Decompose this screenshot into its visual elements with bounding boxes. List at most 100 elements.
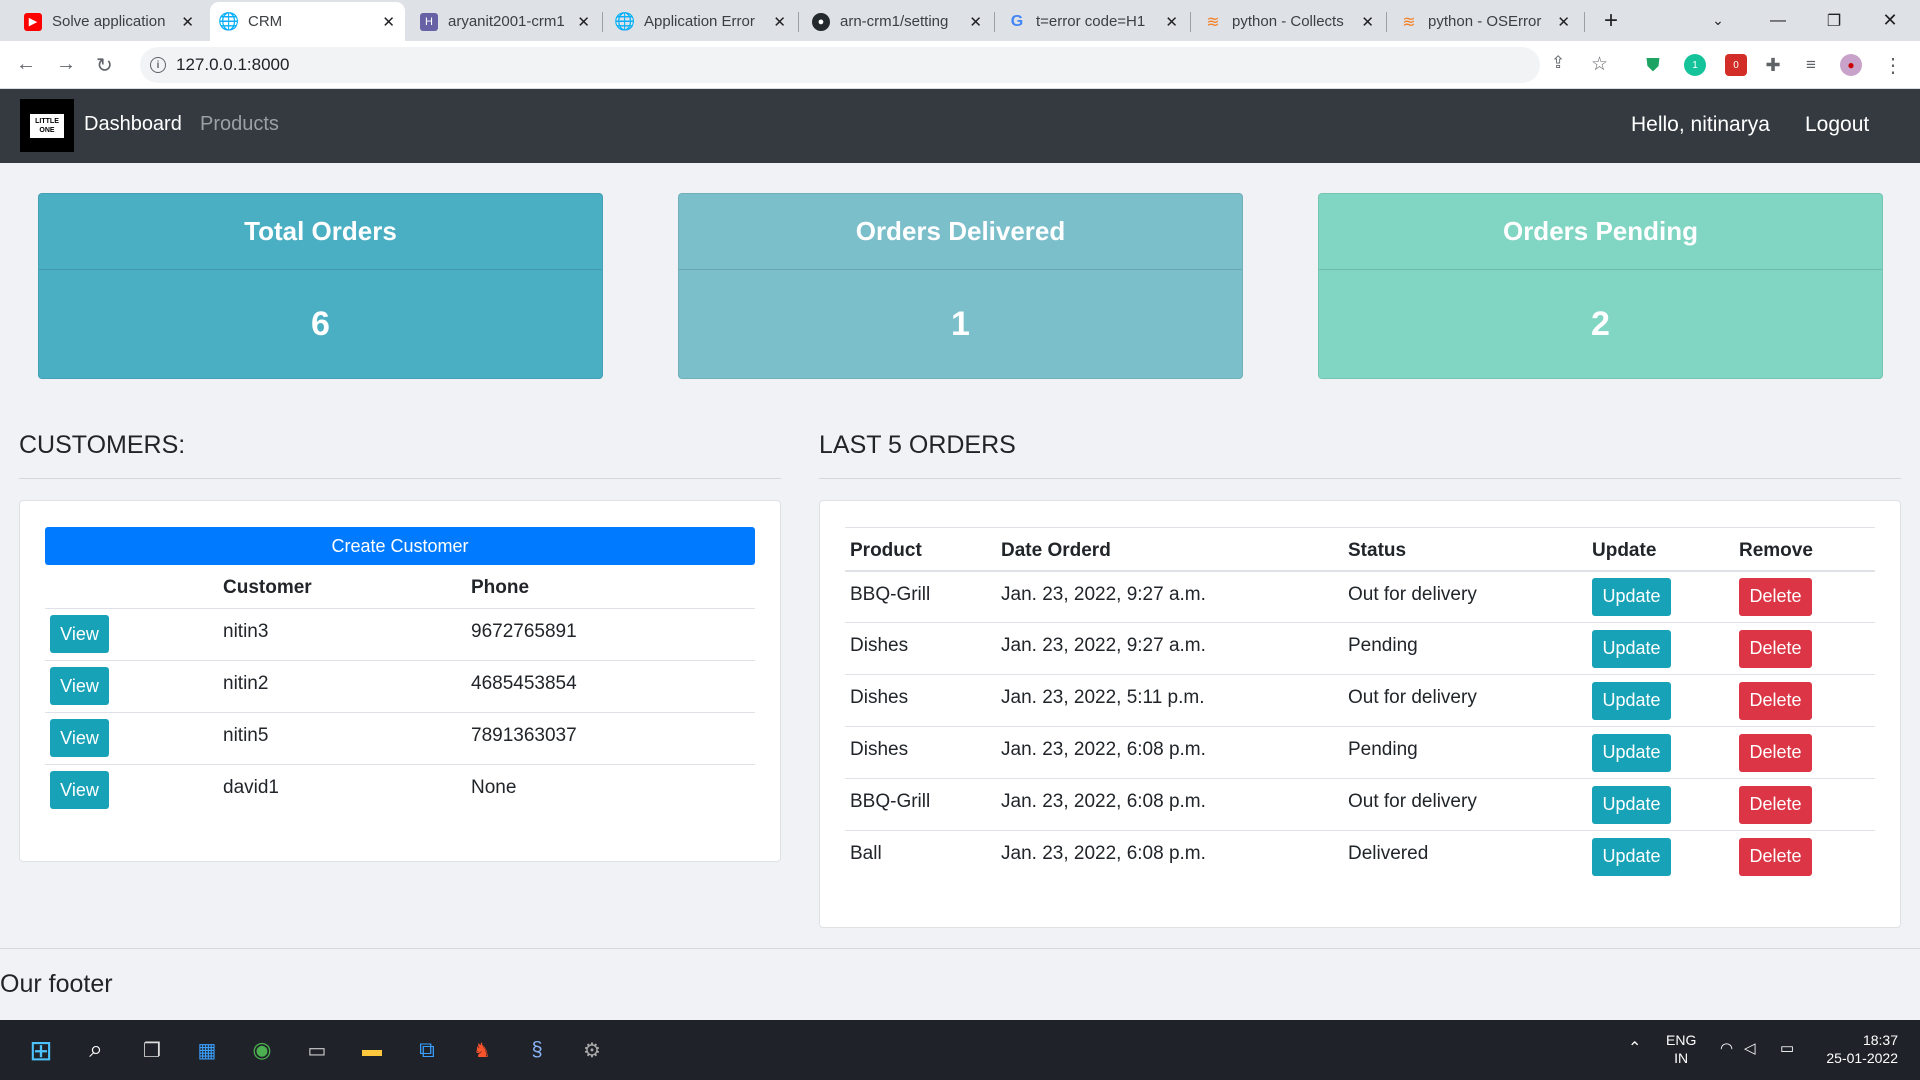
- table-row: View nitin3 9672765891: [45, 608, 755, 660]
- tab-separator: [1190, 12, 1191, 32]
- column-header: Date Orderd: [1001, 539, 1111, 561]
- order-date: Jan. 23, 2022, 9:27 a.m.: [1001, 635, 1206, 656]
- globe-icon: 🌐: [218, 11, 240, 31]
- table-row: Dishes Jan. 23, 2022, 6:08 p.m. Pending …: [845, 727, 1875, 779]
- github-icon: ●: [812, 12, 830, 31]
- order-product: BBQ-Grill: [850, 583, 931, 605]
- tab-solve-application[interactable]: ▶ Solve application ✕: [14, 2, 204, 41]
- back-arrow-icon[interactable]: ←: [16, 53, 36, 76]
- table-row: Dishes Jan. 23, 2022, 5:11 p.m. Out for …: [845, 675, 1875, 727]
- delete-order-button[interactable]: Delete: [1739, 785, 1812, 824]
- site-info-icon[interactable]: i: [150, 57, 166, 73]
- grammarly-icon[interactable]: 1: [1684, 54, 1706, 76]
- reload-icon[interactable]: ↻: [96, 53, 113, 78]
- tab-application-error[interactable]: 🌐 Application Error ✕: [606, 2, 796, 41]
- widgets-icon[interactable]: ▦: [191, 1034, 223, 1066]
- close-tab-icon[interactable]: ✕: [1557, 13, 1570, 31]
- volume-icon[interactable]: ◁: [1744, 1040, 1756, 1058]
- clock[interactable]: 18:37 25-01-2022: [1818, 1031, 1898, 1067]
- profile-avatar-icon[interactable]: ●: [1840, 54, 1862, 76]
- column-header: [45, 568, 218, 608]
- close-tab-icon[interactable]: ✕: [1165, 13, 1178, 31]
- task-view-icon[interactable]: ❐: [136, 1034, 168, 1066]
- delete-order-button[interactable]: Delete: [1739, 681, 1812, 720]
- delete-order-button[interactable]: Delete: [1739, 577, 1812, 616]
- customer-phone: 4685453854: [471, 672, 577, 694]
- minimize-icon[interactable]: —: [1750, 0, 1806, 41]
- tab-google-search[interactable]: G t=error code=H1 ✕: [998, 2, 1188, 41]
- column-header: Phone: [471, 576, 530, 598]
- update-order-button[interactable]: Update: [1592, 629, 1671, 668]
- new-tab-icon[interactable]: +: [1584, 0, 1638, 41]
- close-tab-icon[interactable]: ✕: [181, 13, 194, 31]
- browser-menu-icon[interactable]: ⋮: [1882, 54, 1904, 77]
- address-bar[interactable]: i 127.0.0.1:8000: [140, 47, 1540, 83]
- tab-stackoverflow-1[interactable]: ≋ python - Collects ✕: [1194, 2, 1384, 41]
- sublime-icon[interactable]: §: [521, 1034, 553, 1066]
- tab-heroku[interactable]: H aryanit2001-crm1 ✕: [410, 2, 600, 41]
- update-order-button[interactable]: Update: [1592, 577, 1671, 616]
- column-header: Product: [850, 539, 922, 561]
- view-customer-button[interactable]: View: [50, 615, 109, 653]
- wifi-icon[interactable]: ◠: [1720, 1040, 1733, 1058]
- lang-code: ENG: [1666, 1032, 1697, 1048]
- update-order-button[interactable]: Update: [1592, 733, 1671, 772]
- chrome-icon[interactable]: ◉: [246, 1034, 278, 1066]
- customer-phone: 7891363037: [471, 724, 577, 746]
- brave-icon[interactable]: ♞: [466, 1034, 498, 1066]
- delete-order-button[interactable]: Delete: [1739, 629, 1812, 668]
- tab-stackoverflow-2[interactable]: ≋ python - OSError ✕: [1390, 2, 1580, 41]
- battery-icon[interactable]: ▭: [1780, 1040, 1794, 1058]
- view-customer-button[interactable]: View: [50, 719, 109, 757]
- reading-list-icon[interactable]: ≡: [1800, 54, 1822, 76]
- heroku-icon: H: [420, 12, 438, 31]
- order-status: Out for delivery: [1348, 687, 1477, 708]
- table-row: View nitin5 7891363037: [45, 712, 755, 764]
- bookmark-star-icon[interactable]: ☆: [1591, 53, 1608, 76]
- nav-dashboard-link[interactable]: Dashboard: [84, 113, 182, 136]
- maximize-icon[interactable]: ❐: [1806, 0, 1862, 41]
- order-date: Jan. 23, 2022, 9:27 a.m.: [1001, 583, 1206, 605]
- order-product: Dishes: [850, 635, 909, 656]
- order-product: Ball: [850, 843, 882, 864]
- table-row: Dishes Jan. 23, 2022, 9:27 a.m. Pending …: [845, 623, 1875, 675]
- nav-products-link[interactable]: Products: [200, 113, 279, 136]
- close-tab-icon[interactable]: ✕: [577, 13, 590, 31]
- vscode-icon[interactable]: ⧉: [411, 1034, 443, 1066]
- tray-chevron-icon[interactable]: ⌃: [1628, 1040, 1641, 1058]
- view-customer-button[interactable]: View: [50, 667, 109, 705]
- delete-order-button[interactable]: Delete: [1739, 733, 1812, 772]
- search-icon[interactable]: ⌕: [80, 1034, 112, 1066]
- language-indicator[interactable]: ENG IN: [1666, 1031, 1696, 1067]
- brand-logo[interactable]: LITTLE ONE: [20, 99, 74, 152]
- table-row: View nitin2 4685453854: [45, 660, 755, 712]
- order-product: BBQ-Grill: [850, 791, 931, 812]
- update-order-button[interactable]: Update: [1592, 681, 1671, 720]
- delete-order-button[interactable]: Delete: [1739, 837, 1812, 876]
- lastpass-icon[interactable]: 0: [1725, 54, 1747, 76]
- terminal-icon[interactable]: ▭: [301, 1034, 333, 1066]
- settings-gear-icon[interactable]: ⚙: [576, 1034, 608, 1066]
- view-customer-button[interactable]: View: [50, 771, 109, 810]
- window-close-icon[interactable]: ✕: [1862, 0, 1918, 41]
- logout-link[interactable]: Logout: [1805, 113, 1869, 137]
- tab-search-chevron-icon[interactable]: ⌄: [1690, 0, 1746, 41]
- close-tab-icon[interactable]: ✕: [382, 13, 395, 31]
- update-order-button[interactable]: Update: [1592, 785, 1671, 824]
- column-header: Status: [1348, 539, 1407, 561]
- close-tab-icon[interactable]: ✕: [1361, 13, 1374, 31]
- tab-github[interactable]: ● arn-crm1/setting ✕: [802, 2, 992, 41]
- adblock-shield-icon[interactable]: ⛊: [1642, 54, 1664, 76]
- url-text[interactable]: 127.0.0.1:8000: [176, 55, 289, 75]
- forward-arrow-icon[interactable]: →: [56, 53, 76, 76]
- windows-start-icon[interactable]: ⊞: [25, 1034, 57, 1066]
- share-icon[interactable]: ⇪: [1551, 53, 1565, 73]
- order-date: Jan. 23, 2022, 5:11 p.m.: [1001, 687, 1205, 708]
- file-explorer-icon[interactable]: ▬: [356, 1034, 388, 1066]
- close-tab-icon[interactable]: ✕: [969, 13, 982, 31]
- tab-crm[interactable]: 🌐 CRM ✕: [210, 2, 405, 41]
- extensions-puzzle-icon[interactable]: ✚: [1762, 54, 1784, 76]
- create-customer-button[interactable]: Create Customer: [45, 527, 755, 565]
- update-order-button[interactable]: Update: [1592, 837, 1671, 876]
- close-tab-icon[interactable]: ✕: [773, 13, 786, 31]
